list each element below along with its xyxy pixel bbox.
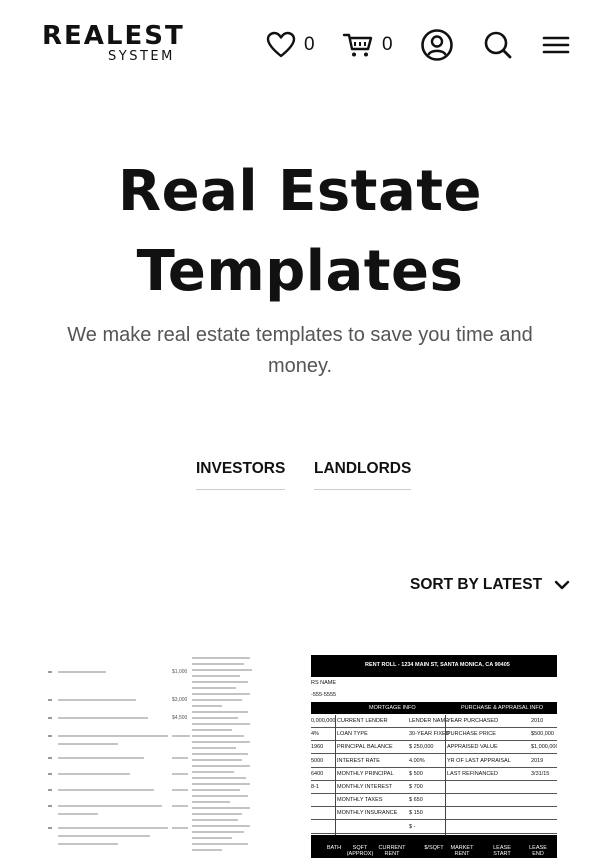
- product-card-rent-roll[interactable]: RENT ROLL - 1234 MAIN ST, SANTA MONICA, …: [311, 655, 557, 858]
- wishlist-button[interactable]: 0: [266, 28, 315, 62]
- sheet-footer-header: SQFT (APPROX): [346, 845, 374, 857]
- search-button[interactable]: [483, 28, 513, 62]
- sheet-row: 6400 MONTHLY PRINCIPAL $ 500 LAST REFINANCE…: [311, 768, 557, 781]
- sheet-cell: $ 700: [409, 784, 423, 790]
- sheet-row: 0,000,000 CURRENT LENDER LENDER NAME YEAR P…: [311, 715, 557, 728]
- sheet-section-header: PURCHASE & APPRAISAL INFO: [461, 705, 544, 711]
- product-card-checklist[interactable]: $1,000 $3,000 $4,500: [40, 655, 290, 858]
- logo-sub-text: SYSTEM: [108, 49, 175, 64]
- sheet-footer-header: MARKET RENT: [450, 845, 474, 857]
- cart-button[interactable]: 0: [342, 28, 393, 62]
- site-header: REALEST SYSTEM 0 0: [0, 0, 600, 92]
- cart-count: 0: [382, 34, 393, 55]
- sheet-cell: 5000: [311, 757, 324, 764]
- sheet-cell: $ 650: [409, 797, 423, 804]
- sheet-cell: $ 250,000: [409, 744, 434, 751]
- search-icon: [483, 29, 513, 61]
- sheet-cell: APPRAISED VALUE: [447, 744, 498, 751]
- sheet-cell: 2010: [531, 718, 544, 724]
- doc-value: $4,500: [172, 715, 188, 721]
- sheet-footer-header: LEASE END: [529, 845, 547, 857]
- sheet-row: 5000 INTEREST RATE 4.00% YR OF LAST APPRAIS…: [311, 755, 557, 768]
- sheet-cell: YR OF LAST APPRAISAL: [447, 757, 511, 764]
- doc-value: $3,000: [172, 697, 188, 703]
- page-title: Real Estate Templates: [118, 159, 482, 304]
- sheet-cell: PRINCIPAL BALANCE: [337, 744, 393, 751]
- sheet-stub: RS NAME: [311, 680, 337, 686]
- sheet-cell: 2019: [531, 757, 544, 764]
- sheet-cell: $ 150: [409, 810, 423, 817]
- sheet-cell: LENDER NAME: [409, 718, 449, 724]
- logo-main-text: REALEST: [42, 21, 185, 51]
- sheet-section-header: MORTGAGE INFO: [369, 705, 416, 711]
- sheet-cell: 3/31/15: [531, 770, 550, 777]
- sort-dropdown[interactable]: SORT BY LATEST: [410, 575, 570, 594]
- cart-icon: [342, 31, 374, 59]
- sheet-cell: LAST REFINANCED: [447, 770, 498, 777]
- sheet-cell: 30-YEAR FIXED: [409, 731, 450, 738]
- sheet-cell: 4.00%: [409, 757, 425, 764]
- sheet-footer-header: LEASE START: [493, 845, 511, 857]
- sort-label: SORT BY LATEST: [410, 575, 543, 593]
- doc-value: $1,000: [172, 669, 188, 675]
- sheet-cell: YEAR PURCHASED: [447, 718, 499, 724]
- sheet-cell: 1960: [311, 744, 324, 751]
- wishlist-count: 0: [304, 34, 315, 55]
- sheet-footer-header: CURRENT RENT: [378, 845, 406, 857]
- menu-button[interactable]: [542, 28, 570, 62]
- sheet-cell: CURRENT LENDER: [337, 718, 388, 724]
- chevron-down-icon: [542, 575, 570, 594]
- sheet-title: RENT ROLL - 1234 MAIN ST, SANTA MONICA, …: [365, 662, 510, 668]
- sheet-stub: -555-5555: [311, 692, 337, 698]
- sheet-cell: $500,000: [531, 731, 554, 738]
- sheet-cell: MONTHLY INSURANCE: [337, 810, 398, 817]
- tab-landlords[interactable]: LANDLORDS: [314, 460, 412, 490]
- sheet-row: 4% LOAN TYPE 30-YEAR FIXED PURCHASE PRICE $5…: [311, 728, 557, 742]
- sheet-cell: $1,000,000: [531, 744, 557, 751]
- sheet-cell: 4%: [311, 731, 319, 738]
- sheet-row: MONTHLY INSURANCE $ 150: [311, 807, 557, 821]
- sheet-cell: $ -: [409, 823, 416, 830]
- sheet-cell: $ 500: [409, 770, 423, 777]
- account-icon: [420, 28, 454, 62]
- sheet-row: 1960 PRINCIPAL BALANCE $ 250,000 APPRAISED …: [311, 741, 557, 755]
- sheet-cell: PURCHASE PRICE: [447, 731, 496, 738]
- sheet-footer-header: $/SQFT: [424, 845, 444, 851]
- sheet-cell: MONTHLY INTEREST: [337, 784, 393, 790]
- sheet-cell: MONTHLY TAXES: [337, 797, 383, 804]
- page-subtitle: We make real estate templates to save yo…: [67, 324, 533, 377]
- sheet-row: 8-1 MONTHLY INTEREST $ 700: [311, 781, 557, 794]
- sheet-cell: 6400: [311, 770, 324, 777]
- tab-investors[interactable]: INVESTORS: [196, 460, 286, 490]
- menu-icon: [542, 33, 570, 57]
- sheet-cell: 0,000,000: [311, 718, 336, 724]
- sheet-row: MONTHLY TAXES $ 650: [311, 794, 557, 808]
- sheet-cell: INTEREST RATE: [337, 757, 380, 764]
- account-button[interactable]: [420, 28, 454, 62]
- site-logo[interactable]: REALEST SYSTEM: [42, 21, 185, 68]
- heart-icon: [266, 31, 296, 59]
- sheet-row: $ -: [311, 821, 557, 834]
- sheet-cell: 8-1: [311, 784, 319, 790]
- sheet-cell: MONTHLY PRINCIPAL: [337, 770, 394, 777]
- sheet-cell: LOAN TYPE: [337, 731, 368, 738]
